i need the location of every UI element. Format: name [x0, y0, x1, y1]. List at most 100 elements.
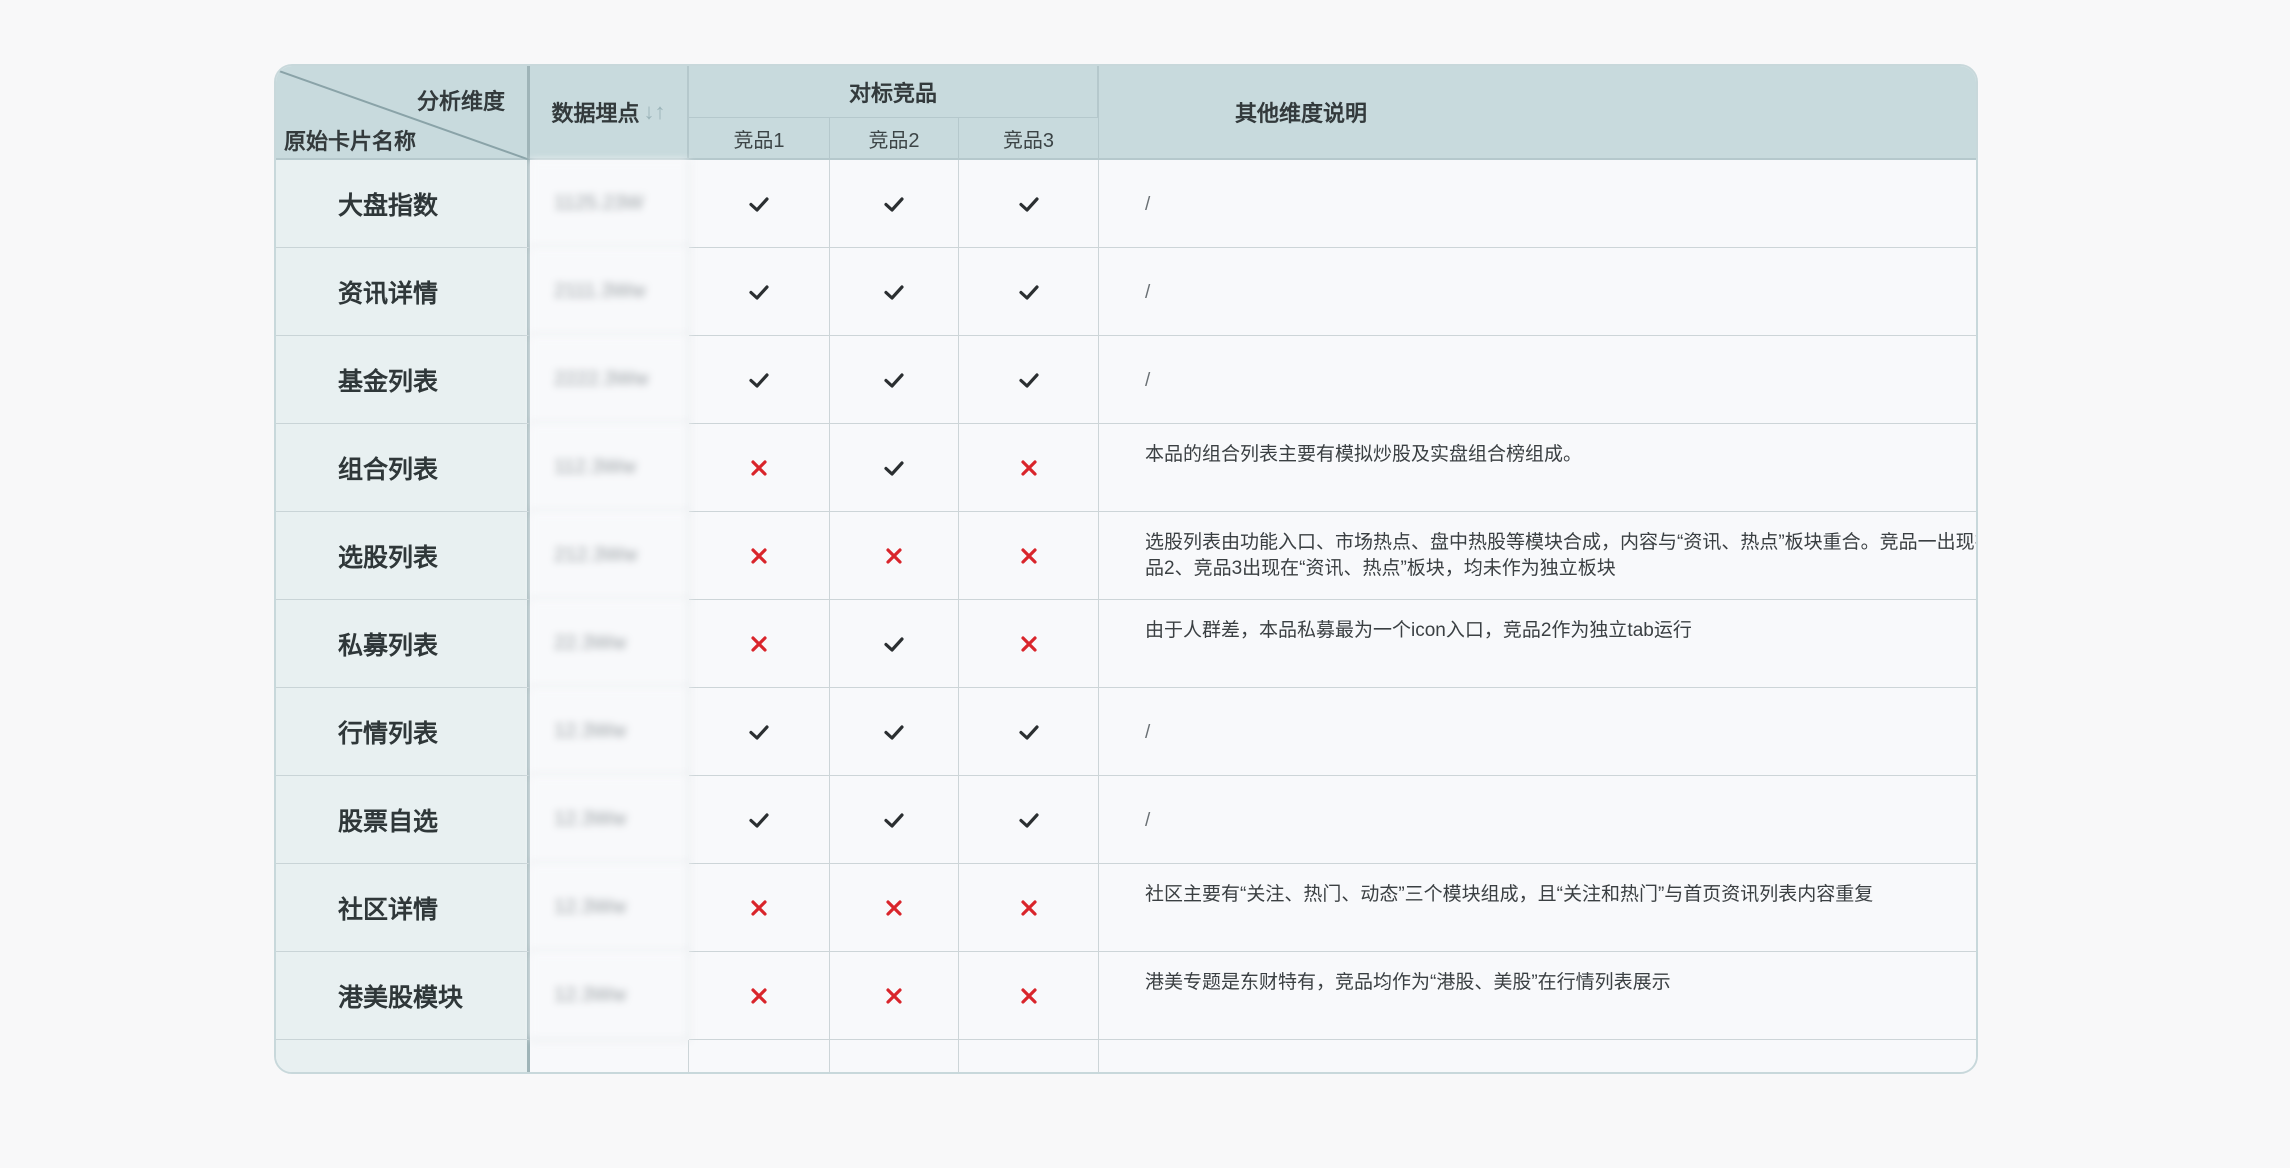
row-name: 大盘指数: [276, 160, 530, 248]
row-description: 由于人群差，本品私募最为一个icon入口，竞品2作为独立tab运行: [1099, 600, 1976, 688]
competitor-1-cell: [689, 864, 830, 952]
row-description: 选股列表由功能入口、市场热点、盘中热股等模块合成，内容与“资讯、热点”板块重合。…: [1099, 512, 1976, 600]
corner-header: 分析维度 原始卡片名称: [276, 66, 530, 160]
cross-icon: [751, 987, 767, 1004]
check-icon: [884, 372, 904, 388]
table-footer-spacer: [530, 1040, 689, 1072]
row-name: 股票自选: [276, 776, 530, 864]
competitor-2-cell: [830, 424, 959, 512]
cross-icon: [886, 987, 902, 1004]
row-name: 基金列表: [276, 336, 530, 424]
row-description: /: [1099, 160, 1976, 248]
competitor-2-cell: [830, 952, 959, 1040]
table-footer-spacer: [959, 1040, 1099, 1072]
competitor-3-cell: [959, 336, 1099, 424]
cross-icon: [751, 635, 767, 652]
row-name: 港美股模块: [276, 952, 530, 1040]
row-metric-value: 12.3Ww: [530, 952, 689, 1040]
check-icon: [1018, 372, 1039, 388]
check-icon: [1018, 812, 1039, 828]
cross-icon: [886, 899, 902, 916]
competitor-2-cell: [830, 776, 959, 864]
other-header: 其他维度说明: [1099, 66, 1976, 160]
cross-icon: [1020, 547, 1037, 564]
row-metric-value: 12.3Ww: [530, 864, 689, 952]
competitor-2-cell: [830, 512, 959, 600]
competitor-1-cell: [689, 424, 830, 512]
check-icon: [884, 196, 904, 212]
metric-header[interactable]: 数据埋点 ↓↑: [530, 66, 689, 160]
cross-icon: [1020, 635, 1037, 652]
row-description: /: [1099, 776, 1976, 864]
competitor-1-cell: [689, 248, 830, 336]
check-icon: [1018, 724, 1039, 740]
cross-icon: [1020, 987, 1037, 1004]
row-description: 本品的组合列表主要有模拟炒股及实盘组合榜组成。: [1099, 424, 1976, 512]
row-description: /: [1099, 336, 1976, 424]
competitor-3-cell: [959, 424, 1099, 512]
row-description: /: [1099, 688, 1976, 776]
table-footer-spacer: [689, 1040, 830, 1072]
competitor-1-cell: [689, 336, 830, 424]
competitor-3-cell: [959, 952, 1099, 1040]
competitor-1-cell: [689, 160, 830, 248]
sort-icon[interactable]: ↓↑: [644, 99, 666, 125]
competitor-3-cell: [959, 864, 1099, 952]
check-icon: [1018, 196, 1039, 212]
row-metric-value: 2111.3Ww: [530, 248, 689, 336]
check-icon: [749, 812, 769, 828]
row-name: 资讯详情: [276, 248, 530, 336]
corner-bottom-label: 原始卡片名称: [284, 129, 417, 154]
row-description: /: [1099, 248, 1976, 336]
row-metric-value: 22.3Ww: [530, 600, 689, 688]
table-footer-spacer: [1099, 1040, 1976, 1072]
cross-icon: [751, 459, 767, 476]
row-metric-value: 12.3Ww: [530, 688, 689, 776]
cross-icon: [751, 899, 767, 916]
cross-icon: [751, 547, 767, 564]
competitor-1-cell: [689, 776, 830, 864]
row-metric-value: 112.3Ww: [530, 424, 689, 512]
check-icon: [884, 724, 904, 740]
row-metric-value: 212.3Ww: [530, 512, 689, 600]
row-name: 组合列表: [276, 424, 530, 512]
check-icon: [884, 460, 904, 476]
competitor-1-cell: [689, 952, 830, 1040]
row-name: 私募列表: [276, 600, 530, 688]
row-name: 选股列表: [276, 512, 530, 600]
comparison-table: 分析维度 原始卡片名称 数据埋点 ↓↑ 对标竞品 其他维度说明 竞品1 竞品2 …: [274, 64, 1978, 1074]
competitors-group-header: 对标竞品: [689, 66, 1099, 118]
competitor-1-cell: [689, 512, 830, 600]
competitor-2-cell: [830, 600, 959, 688]
cross-icon: [1020, 459, 1037, 476]
row-name: 行情列表: [276, 688, 530, 776]
competitor-2-cell: [830, 248, 959, 336]
check-icon: [749, 372, 769, 388]
row-description: 港美专题是东财特有，竞品均作为“港股、美股”在行情列表展示: [1099, 952, 1976, 1040]
cross-icon: [886, 547, 902, 564]
competitor-3-cell: [959, 248, 1099, 336]
competitor-2-cell: [830, 160, 959, 248]
check-icon: [884, 812, 904, 828]
check-icon: [749, 196, 769, 212]
check-icon: [749, 284, 769, 300]
competitor-3-cell: [959, 776, 1099, 864]
metric-header-label: 数据埋点: [551, 101, 640, 126]
row-metric-value: 1125.23W: [530, 160, 689, 248]
row-description: 社区主要有“关注、热门、动态”三个模块组成，且“关注和热门”与首页资讯列表内容重…: [1099, 864, 1976, 952]
competitor-2-cell: [830, 336, 959, 424]
check-icon: [749, 724, 769, 740]
table-grid: 分析维度 原始卡片名称 数据埋点 ↓↑ 对标竞品 其他维度说明 竞品1 竞品2 …: [276, 66, 1976, 1072]
check-icon: [884, 636, 904, 652]
competitor-1-cell: [689, 688, 830, 776]
competitor-3-header: 竞品3: [959, 118, 1099, 160]
corner-top-label: 分析维度: [416, 89, 505, 114]
cross-icon: [1020, 899, 1037, 916]
row-name: 社区详情: [276, 864, 530, 952]
check-icon: [884, 284, 904, 300]
competitor-3-cell: [959, 688, 1099, 776]
table-footer-spacer: [830, 1040, 959, 1072]
table-footer-spacer: [276, 1040, 530, 1072]
row-metric-value: 2222.3Ww: [530, 336, 689, 424]
competitor-2-cell: [830, 688, 959, 776]
